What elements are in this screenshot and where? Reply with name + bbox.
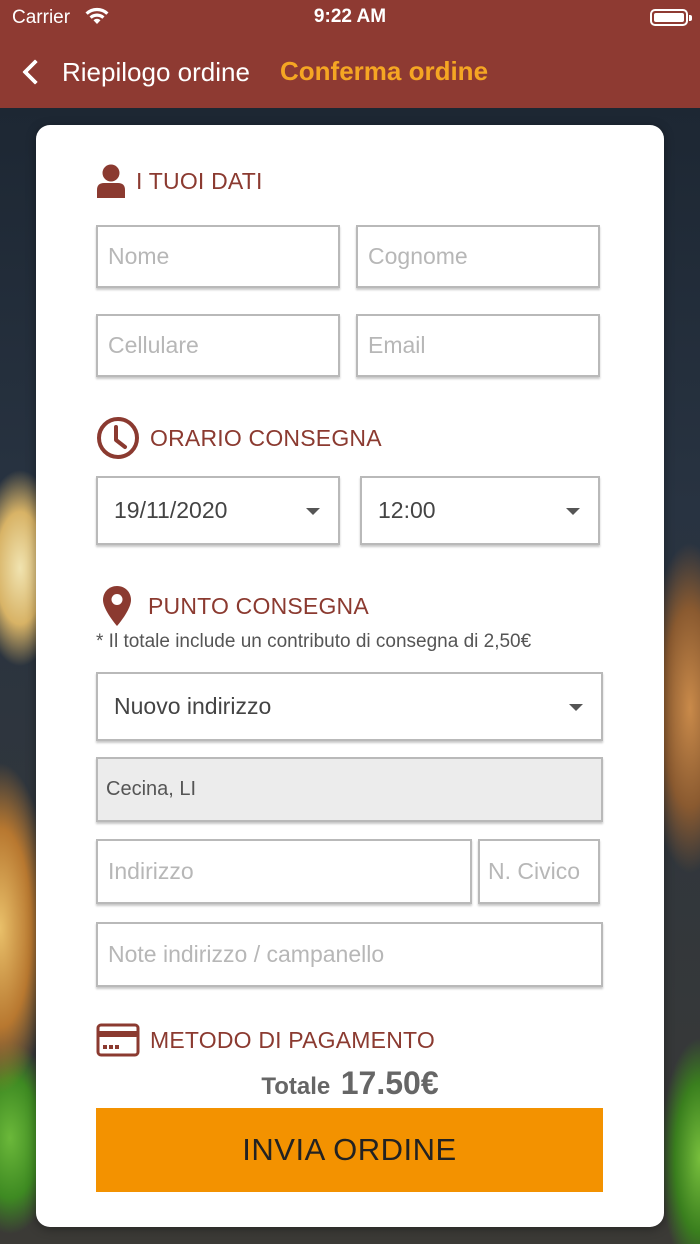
street-field[interactable] — [96, 839, 472, 904]
address-notes-input[interactable] — [108, 941, 601, 968]
street-input[interactable] — [108, 858, 470, 885]
status-time: 9:22 AM — [313, 6, 387, 27]
delivery-fee-note: * Il totale include un contributo di con… — [96, 631, 532, 652]
city-field: Cecina, LI — [96, 757, 603, 822]
total-label: Totale — [261, 1073, 331, 1100]
last-name-field[interactable] — [356, 225, 600, 288]
clock-icon — [96, 416, 140, 460]
status-bar: Carrier 9:22 AM — [0, 0, 700, 36]
first-name-input[interactable] — [108, 243, 338, 270]
city-value: Cecina, LI — [106, 778, 197, 800]
chevron-down-icon — [306, 507, 320, 515]
email-input[interactable] — [368, 332, 598, 359]
order-total: Totale 17.50€ — [36, 1065, 664, 1102]
time-select[interactable]: 12:00 — [360, 476, 600, 545]
nav-header: Riepilogo ordine Conferma ordine — [0, 50, 700, 94]
section-delivery-time: ORARIO CONSEGNA — [96, 416, 382, 460]
navigation-bar: Carrier 9:22 AM Riepilogo ordine Conferm… — [0, 0, 700, 108]
phone-field[interactable] — [96, 314, 340, 377]
map-pin-icon — [102, 585, 132, 627]
date-value: 19/11/2020 — [114, 497, 228, 523]
address-notes-field[interactable] — [96, 922, 603, 987]
section-heading: I TUOI DATI — [136, 167, 263, 194]
time-value: 12:00 — [378, 497, 436, 523]
house-number-field[interactable] — [478, 839, 600, 904]
section-payment: METODO DI PAGAMENTO — [96, 1023, 435, 1057]
order-form-card: I TUOI DATI ORARIO CONSEGNA 19/11/2020 1… — [36, 125, 664, 1227]
phone-input[interactable] — [108, 332, 338, 359]
page-title: Conferma ordine — [280, 56, 489, 86]
chevron-down-icon — [569, 703, 583, 711]
date-select[interactable]: 19/11/2020 — [96, 476, 340, 545]
section-heading: PUNTO CONSEGNA — [148, 592, 369, 619]
submit-order-button[interactable]: INVIA ORDINE — [96, 1108, 603, 1192]
back-button[interactable]: Riepilogo ordine — [18, 52, 278, 92]
chevron-down-icon — [566, 507, 580, 515]
last-name-input[interactable] — [368, 243, 598, 270]
battery-icon — [650, 9, 692, 26]
user-icon — [96, 163, 126, 199]
total-value: 17.50€ — [340, 1065, 439, 1101]
section-personal-data: I TUOI DATI — [96, 163, 263, 199]
section-delivery-point: PUNTO CONSEGNA — [102, 585, 369, 627]
address-select-value: Nuovo indirizzo — [114, 693, 272, 719]
section-heading: METODO DI PAGAMENTO — [150, 1026, 435, 1053]
back-label: Riepilogo ordine — [62, 56, 250, 87]
house-number-input[interactable] — [488, 858, 598, 885]
first-name-field[interactable] — [96, 225, 340, 288]
address-select[interactable]: Nuovo indirizzo — [96, 672, 603, 741]
credit-card-icon — [96, 1023, 140, 1057]
chevron-left-icon — [22, 59, 48, 85]
section-heading: ORARIO CONSEGNA — [150, 424, 382, 451]
email-field[interactable] — [356, 314, 600, 377]
